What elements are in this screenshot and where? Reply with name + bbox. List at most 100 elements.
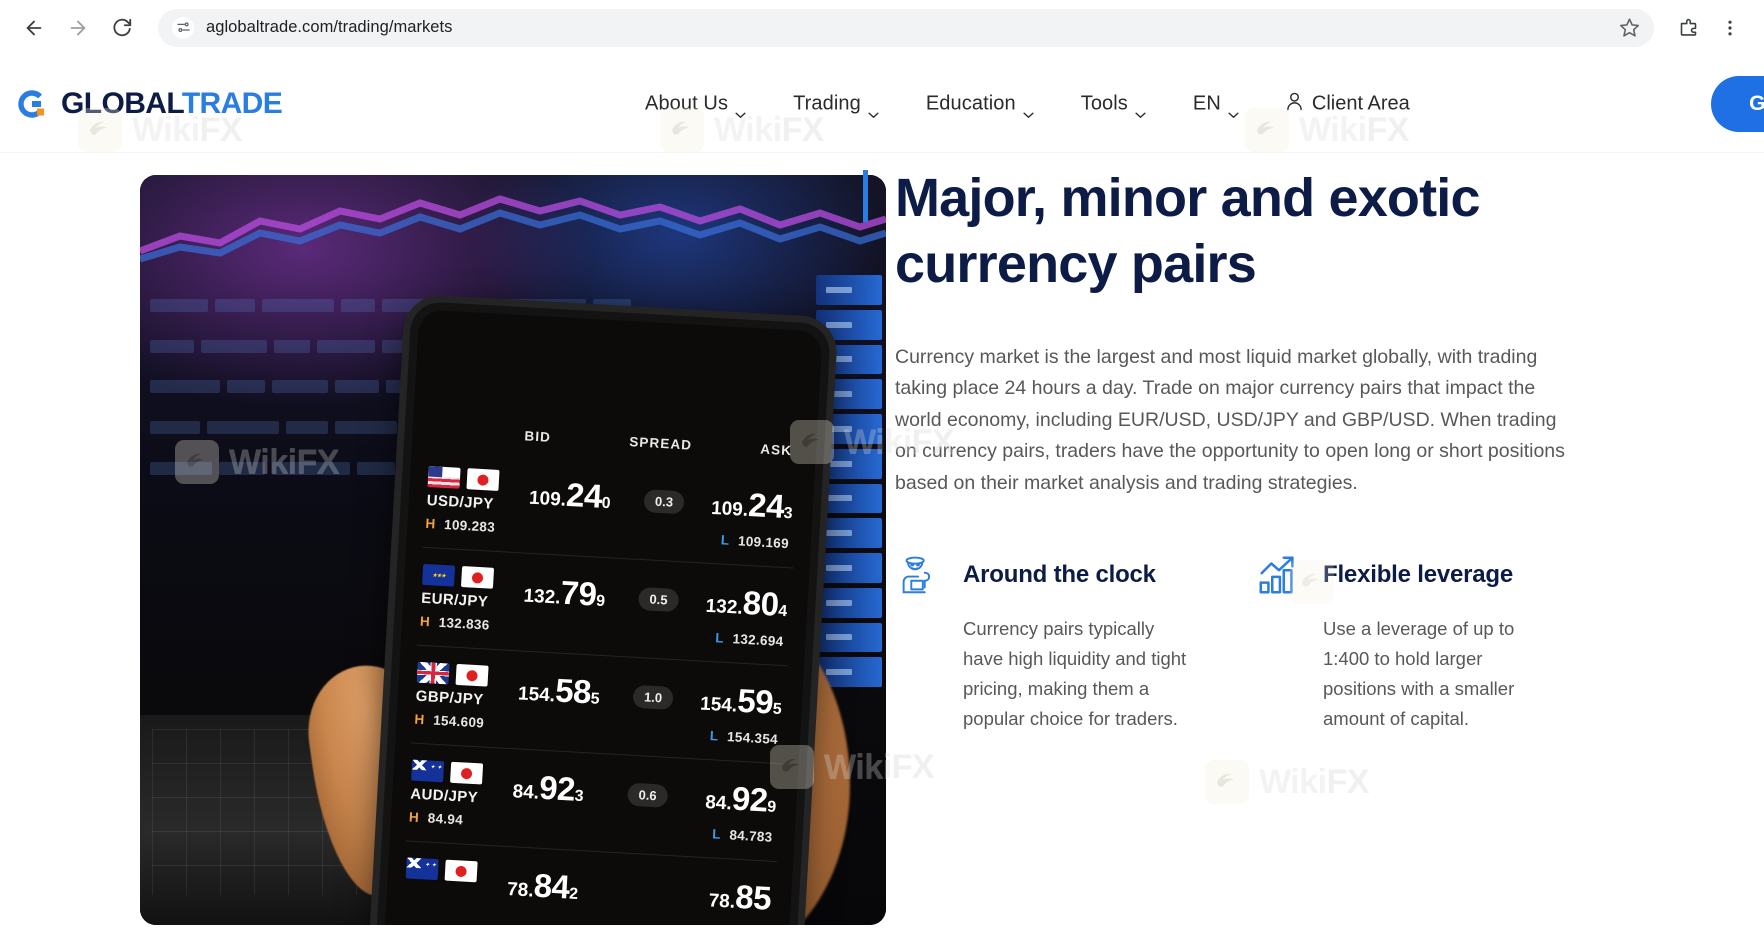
ask-big: 80 <box>741 583 780 623</box>
chrome-menu-icon[interactable] <box>1710 8 1750 48</box>
support-agent-icon <box>895 552 941 598</box>
high-value-row: H 154.609 <box>414 712 484 731</box>
ask-big: 59 <box>736 681 775 721</box>
quote-list: USD/JPY 109. 24 0 0.3 109. 24 3 H 109.283 <box>384 449 815 925</box>
flag-gb-icon <box>416 661 450 685</box>
pair-symbol: AUD/JPY <box>409 785 479 807</box>
bid-head: 78. <box>506 879 535 902</box>
bid-tail: 0 <box>601 494 611 513</box>
feature-flexible-leverage: Flexible leverage Use a leverage of up t… <box>1255 552 1555 735</box>
pair-symbol: EUR/JPY <box>420 589 489 611</box>
flag-jp-icon <box>455 663 489 687</box>
reload-button[interactable] <box>102 8 142 48</box>
bid-price: 154. 58 5 <box>517 669 601 711</box>
pair-symbol: GBP/JPY <box>415 687 484 709</box>
low-value: 109.169 <box>737 533 790 552</box>
background-candlestick-chart <box>140 195 886 263</box>
low-value-row: L 109.169 <box>720 532 789 551</box>
ask-big: 24 <box>747 485 786 525</box>
site-logo[interactable]: GLOBALTRADE <box>16 88 283 120</box>
low-value-row: L 132.694 <box>715 630 784 649</box>
high-marker: H <box>414 711 425 728</box>
spread-value: 0.6 <box>627 782 669 808</box>
ask-price: 109. 24 3 <box>710 484 794 526</box>
feature-description: Currency pairs typically have high liqui… <box>963 617 1187 730</box>
bid-price: 132. 79 9 <box>523 572 607 614</box>
bid-big: 84 <box>532 866 571 906</box>
hero-content: Major, minor and exotic currency pairs C… <box>863 152 1595 735</box>
nav-item-education[interactable]: Education <box>925 92 1034 118</box>
nav-item-language-label: EN <box>1192 92 1221 114</box>
ask-tail: 4 <box>777 602 788 621</box>
ask-tail: 5 <box>772 700 783 719</box>
bookmark-star-icon[interactable] <box>1619 17 1640 38</box>
ask-head: 84. <box>704 792 733 815</box>
bid-big: 58 <box>554 671 593 711</box>
column-header-ask: ASK <box>759 441 793 459</box>
low-value: 84.783 <box>729 827 773 845</box>
feature-title: Around the clock <box>963 560 1156 588</box>
address-bar-url[interactable]: aglobaltrade.com/trading/markets <box>206 18 452 37</box>
page-content: BID SPREAD ASK USD/JPY 109. 24 0 0.3 109… <box>0 152 1764 951</box>
forward-button[interactable] <box>58 8 98 48</box>
ask-price: 132. 80 4 <box>705 582 789 624</box>
logo-mark-icon <box>16 88 52 120</box>
high-value: 132.836 <box>438 614 490 633</box>
high-value-row: H 84.94 <box>409 809 464 827</box>
bid-head: 154. <box>517 683 556 707</box>
high-value-row: H 132.836 <box>420 614 490 633</box>
pair-flags <box>427 466 500 491</box>
low-value: 132.694 <box>732 631 784 650</box>
chevron-down-icon <box>868 101 879 118</box>
chevron-down-icon <box>735 101 746 118</box>
flag-jp-icon <box>444 859 478 883</box>
ask-big: 85 <box>734 877 773 917</box>
heading-accent-bar <box>863 170 868 222</box>
ask-tail: 9 <box>766 798 777 816</box>
pair-flags <box>416 661 489 687</box>
extensions-icon[interactable] <box>1668 8 1708 48</box>
high-value: 109.283 <box>443 516 496 535</box>
low-value-row: L 84.783 <box>712 826 773 844</box>
nav-item-education-label: Education <box>925 92 1016 114</box>
nav-item-language[interactable]: EN <box>1192 92 1239 118</box>
ask-head: 78. <box>708 890 736 913</box>
feature-title: Flexible leverage <box>1323 560 1514 588</box>
flag-jp-icon <box>450 761 484 785</box>
flag-jp-icon <box>466 468 500 491</box>
low-marker: L <box>720 532 730 548</box>
address-bar[interactable]: aglobaltrade.com/trading/markets <box>158 8 1654 47</box>
nav-item-tools[interactable]: Tools <box>1081 92 1146 118</box>
high-value: 154.609 <box>432 712 485 731</box>
nav-item-trading[interactable]: Trading <box>793 92 879 118</box>
nav-item-client-area-label: Client Area <box>1311 92 1410 114</box>
pair-flags <box>422 563 495 589</box>
phone-screen: BID SPREAD ASK USD/JPY 109. 24 0 0.3 109… <box>381 309 823 925</box>
bid-price: 109. 24 0 <box>528 474 612 516</box>
logo-text: GLOBALTRADE <box>61 88 283 119</box>
chevron-down-icon <box>1228 101 1239 118</box>
hero-image: BID SPREAD ASK USD/JPY 109. 24 0 0.3 109… <box>140 175 886 925</box>
high-marker: H <box>425 515 436 532</box>
bid-head: 84. <box>512 781 540 804</box>
chevron-down-icon <box>1023 101 1034 118</box>
bid-price: 84. 92 3 <box>512 767 585 809</box>
flag-au-icon <box>411 759 445 783</box>
smartphone: BID SPREAD ASK USD/JPY 109. 24 0 0.3 109… <box>372 300 832 925</box>
high-value: 84.94 <box>427 810 464 828</box>
pair-symbol: USD/JPY <box>426 491 495 513</box>
nav-item-client-area[interactable]: Client Area <box>1286 91 1410 116</box>
user-icon <box>1286 91 1303 116</box>
ask-head: 132. <box>705 595 744 619</box>
low-marker: L <box>709 728 719 744</box>
page-title: Major, minor and exotic currency pairs <box>895 168 1481 294</box>
bid-tail: 9 <box>595 592 606 611</box>
ask-price: 78. 85 <box>708 876 772 917</box>
bid-tail: 3 <box>574 787 584 806</box>
get-started-button[interactable]: Get S <box>1711 75 1764 132</box>
low-marker: L <box>711 826 721 842</box>
site-info-icon[interactable] <box>172 16 194 39</box>
nav-item-about-us[interactable]: About Us <box>645 92 746 118</box>
back-button[interactable] <box>14 8 54 48</box>
bid-big: 24 <box>565 475 603 515</box>
